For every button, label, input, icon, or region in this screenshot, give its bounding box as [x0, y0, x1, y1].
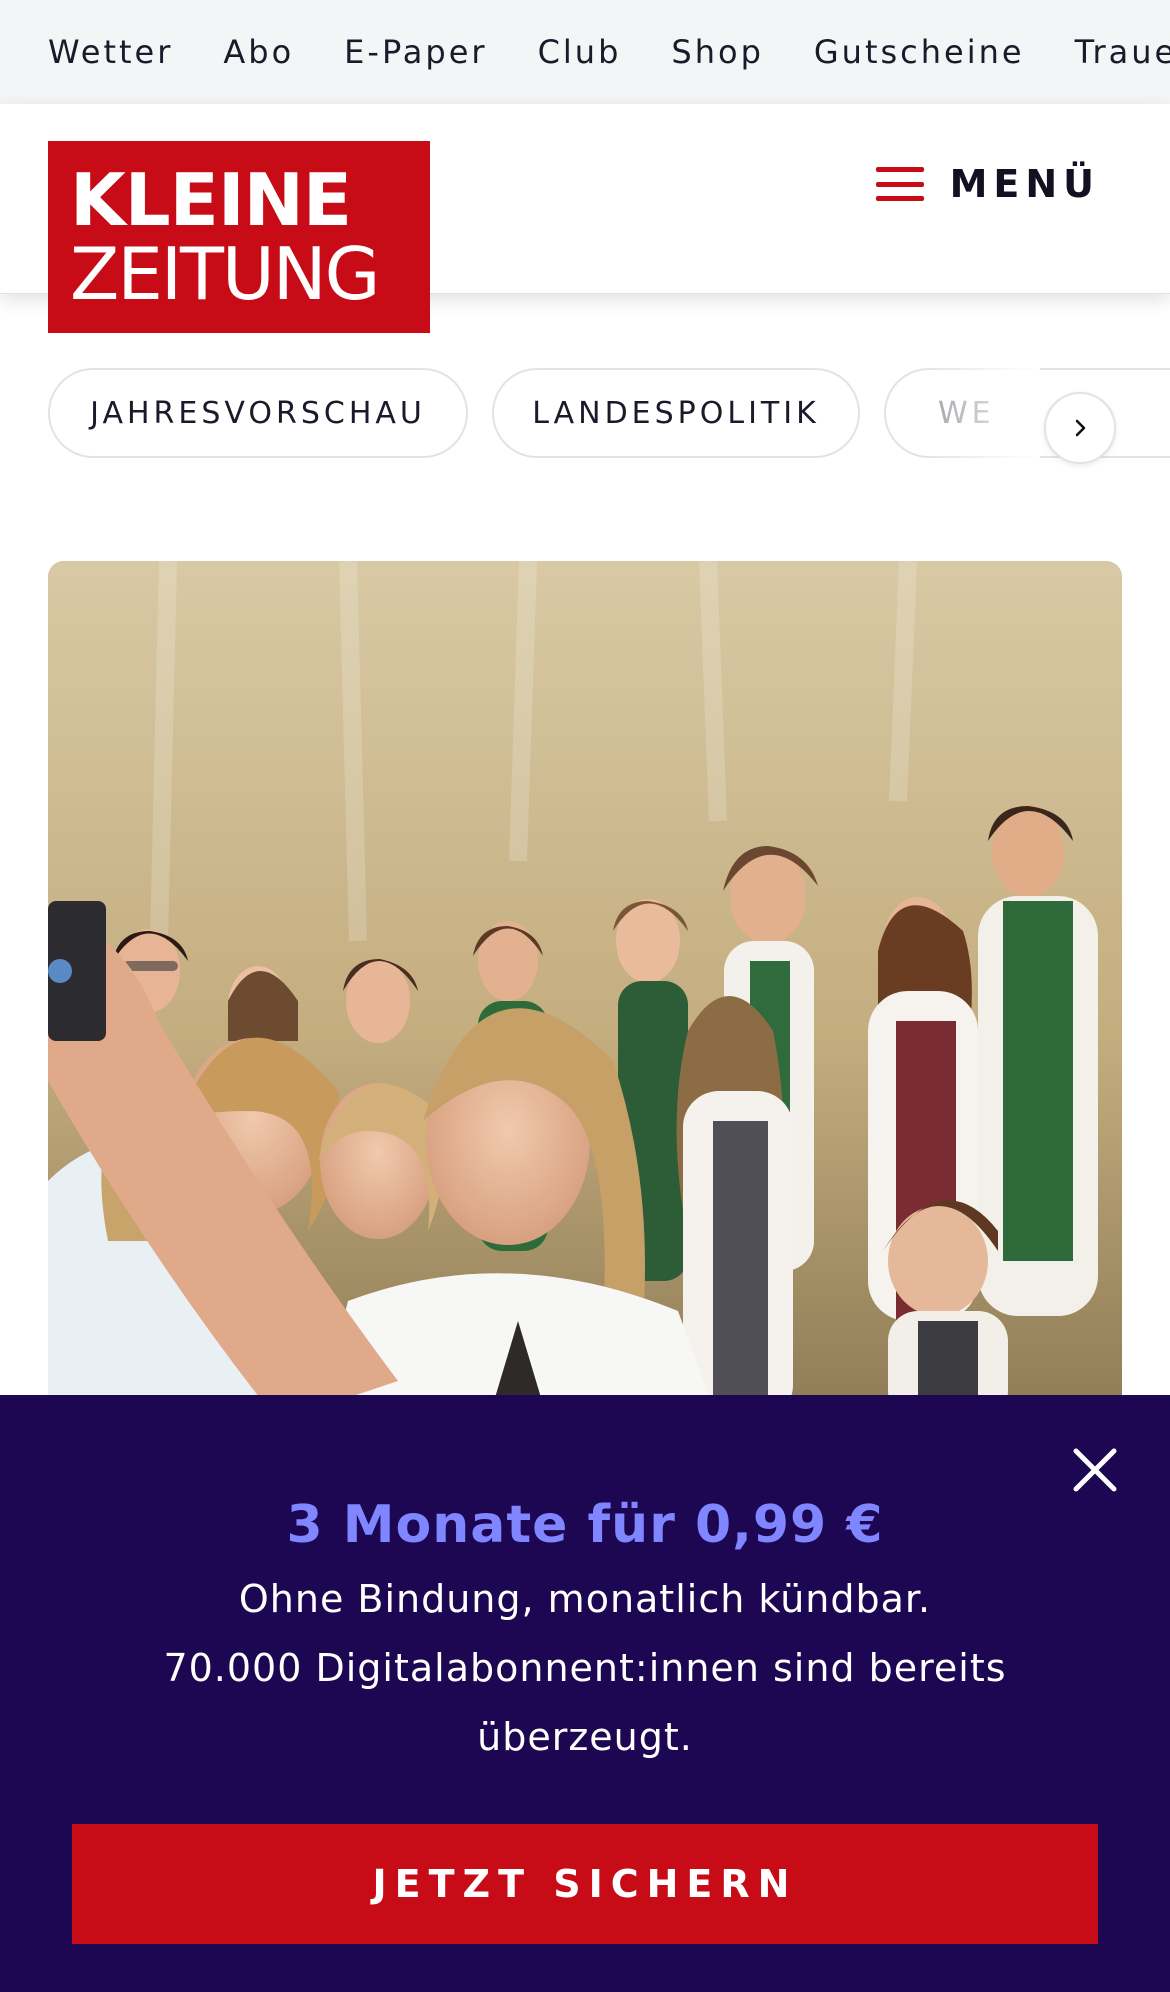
promo-line-3: überzeugt. [477, 1715, 693, 1759]
promo-line-1: Ohne Bindung, monatlich kündbar. [238, 1577, 932, 1621]
topic-chips: JAHRESVORSCHAU LANDESPOLITIK WE [0, 368, 1170, 460]
menu-label: MENÜ [949, 162, 1100, 206]
promo-line-2: 70.000 Digitalabonnent:innen sind bereit… [163, 1646, 1007, 1690]
nav-link-epaper[interactable]: E-Paper [344, 33, 487, 71]
top-navigation: Wetter Abo E-Paper Club Shop Gutscheine … [0, 0, 1170, 104]
site-header: KLEINE ZEITUNG MENÜ [0, 104, 1170, 333]
close-icon[interactable] [1070, 1445, 1120, 1495]
nav-link-abo[interactable]: Abo [223, 33, 294, 71]
logo-line-1: KLEINE [70, 158, 352, 242]
jetzt-sichern-button[interactable]: JETZT SICHERN [72, 1824, 1098, 1944]
chip-landespolitik[interactable]: LANDESPOLITIK [492, 368, 860, 458]
hamburger-icon [875, 167, 924, 201]
chevron-right-icon[interactable] [1044, 392, 1116, 464]
hero-photo[interactable] [48, 561, 1122, 1421]
subscription-promo-banner: 3 Monate für 0,99 € Ohne Bindung, monatl… [0, 1395, 1170, 1992]
nav-link-trauerportal[interactable]: Trauerpo [1075, 33, 1170, 71]
nav-link-club[interactable]: Club [538, 33, 622, 71]
logo-line-2: ZEITUNG [70, 232, 380, 316]
nav-link-gutscheine[interactable]: Gutscheine [814, 33, 1025, 71]
nav-link-shop[interactable]: Shop [671, 33, 763, 71]
menu-button[interactable]: MENÜ [875, 154, 1100, 214]
photo-illustration [48, 561, 1122, 1421]
promo-headline: 3 Monate für 0,99 € [286, 1495, 884, 1555]
chip-jahresvorschau[interactable]: JAHRESVORSCHAU [48, 368, 468, 458]
kleine-zeitung-logo[interactable]: KLEINE ZEITUNG [48, 141, 430, 333]
chips-fade-overlay [920, 368, 1040, 460]
nav-link-wetter[interactable]: Wetter [48, 33, 173, 71]
